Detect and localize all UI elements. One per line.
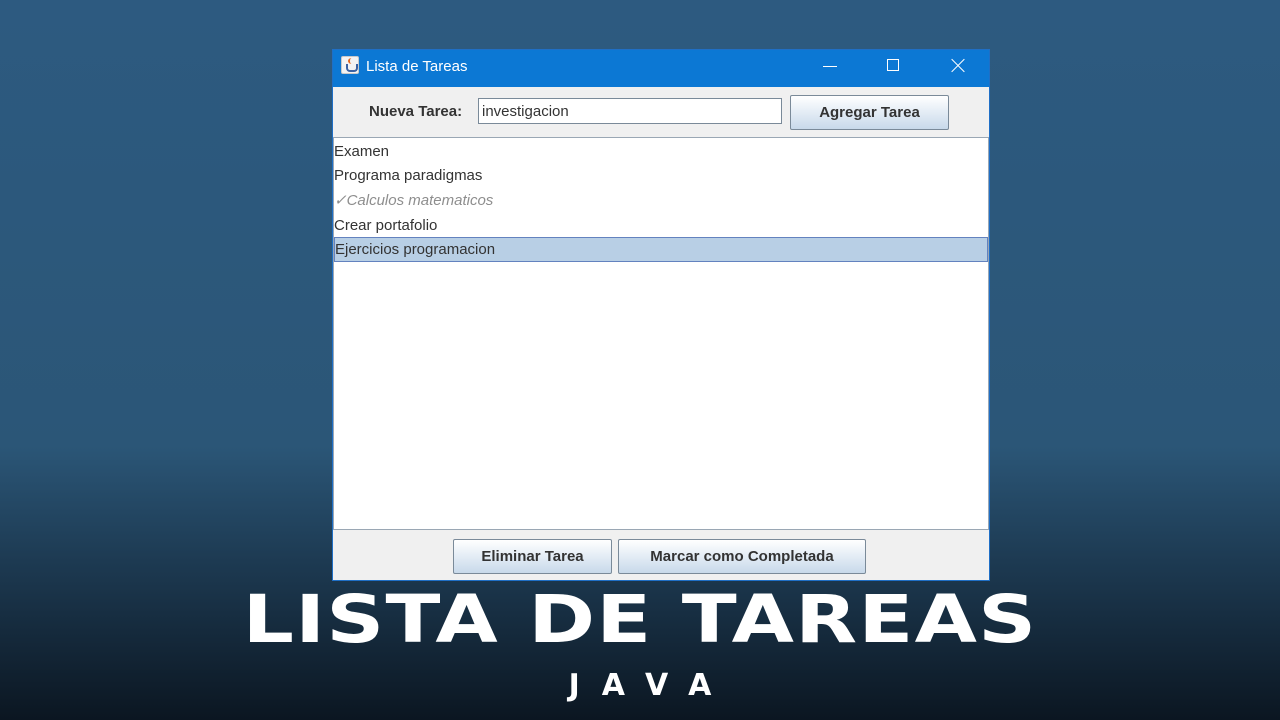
mark-completed-button[interactable]: Marcar como Completada — [618, 539, 866, 574]
task-list[interactable]: Examen Programa paradigmas ✓Calculos mat… — [333, 137, 989, 530]
add-task-button[interactable]: Agregar Tarea — [790, 95, 949, 130]
list-item[interactable]: Crear portafolio — [334, 213, 988, 238]
maximize-icon[interactable] — [871, 50, 917, 83]
banner-title: LISTA DE TAREAS — [242, 581, 1038, 658]
list-item[interactable]: Programa paradigmas — [334, 163, 988, 188]
window-title: Lista de Tareas — [366, 58, 468, 75]
minimize-icon[interactable] — [807, 50, 853, 83]
banner-subtitle: JAVA — [568, 668, 734, 703]
list-item-completed[interactable]: ✓Calculos matematicos — [334, 188, 988, 213]
list-item-selected[interactable]: Ejercicios programacion — [334, 237, 988, 262]
close-icon[interactable] — [935, 50, 981, 83]
title-bar[interactable]: Lista de Tareas — [333, 50, 989, 87]
delete-task-button[interactable]: Eliminar Tarea — [453, 539, 612, 574]
new-task-label: Nueva Tarea: — [369, 103, 463, 120]
new-task-input[interactable] — [478, 98, 782, 124]
app-window: Lista de Tareas Nueva Tarea: Agregar Tar… — [333, 50, 989, 580]
list-item[interactable]: Examen — [334, 139, 988, 164]
java-cup-icon — [341, 56, 359, 74]
